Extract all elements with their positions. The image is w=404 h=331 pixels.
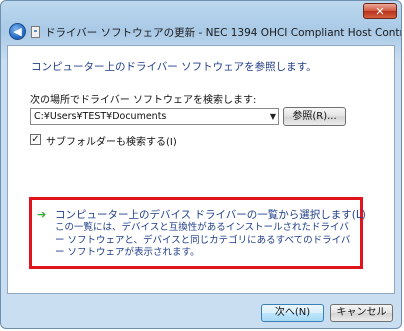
window-title: ドライバー ソフトウェアの更新 - NEC 1394 OHCI Complian… <box>45 27 402 39</box>
cancel-button[interactable]: キャンセル <box>330 304 393 322</box>
pick-from-list-highlight: ➔ コンピューター上のデバイス ドライバーの一覧から選択します(L) この一覧に… <box>29 197 366 269</box>
green-arrow-icon: ➔ <box>37 208 47 221</box>
title-bar: ◀ ドライバー ソフトウェアの更新 - NEC 1394 OHCI Compli… <box>7 21 401 43</box>
driver-update-window: ✕ ◀ ドライバー ソフトウェアの更新 - NEC 1394 OHCI Comp… <box>0 0 402 329</box>
pick-from-list-link[interactable]: コンピューター上のデバイス ドライバーの一覧から選択します(L) <box>55 207 366 222</box>
device-icon <box>31 26 40 38</box>
path-combobox[interactable]: C:¥Users¥TEST¥Documents ▼ <box>30 108 279 125</box>
browse-button[interactable]: 参照(R)... <box>283 107 346 126</box>
page-heading: コンピューター上のドライバー ソフトウェアを参照します。 <box>31 61 317 73</box>
include-subfolders-label[interactable]: サブフォルダーも検索する(I) <box>46 133 177 148</box>
include-subfolders-checkbox[interactable]: ✓ <box>30 134 41 145</box>
chevron-down-icon[interactable]: ▼ <box>270 111 276 123</box>
content-panel: コンピューター上のドライバー ソフトウェアを参照します。 次の場所でドライバー … <box>7 45 395 294</box>
next-button[interactable]: 次へ(N) <box>261 304 324 322</box>
location-label: 次の場所でドライバー ソフトウェアを検索します: <box>30 95 257 106</box>
close-button[interactable]: ✕ <box>363 3 397 19</box>
path-value[interactable]: C:¥Users¥TEST¥Documents <box>34 111 166 122</box>
pick-from-list-description: この一覧には、デバイスと互換性があるインストールされたドライバー ソフトウェアと… <box>55 222 351 258</box>
back-arrow-icon[interactable]: ◀ <box>9 23 26 40</box>
